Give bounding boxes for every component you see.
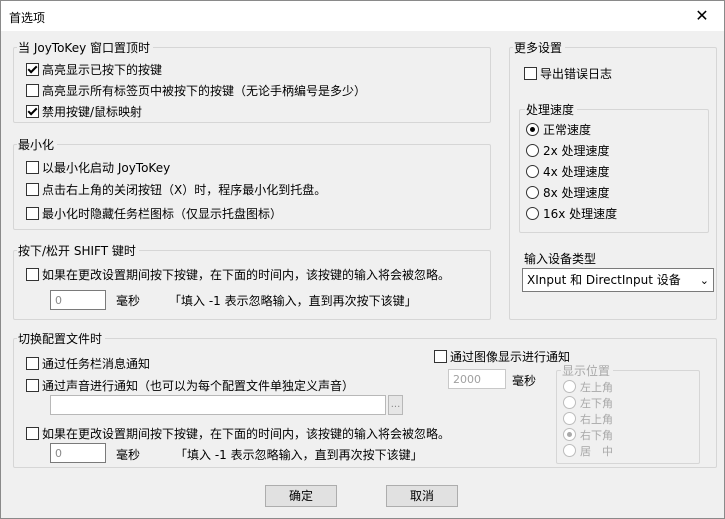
radio-pos-center[interactable]: 居 中 — [563, 443, 613, 459]
radio-icon — [563, 444, 576, 457]
shift-ms-input[interactable]: 0 — [50, 290, 106, 310]
radio-icon — [526, 186, 539, 199]
radio-speed-4x[interactable]: 4x 处理速度 — [526, 163, 610, 180]
checkbox-sound-notify[interactable]: 通过声音进行通知（也可以为每个配置文件单独定义声音） — [26, 377, 354, 394]
checkbox-icon — [26, 207, 39, 220]
radio-icon — [563, 428, 576, 441]
checkbox-start-minimized[interactable]: 以最小化启动 JoyToKey — [26, 159, 170, 176]
preferences-dialog: 首选项 ✕ 当 JoyToKey 窗口置顶时 高亮显示已按下的按键 高亮显示所有… — [0, 0, 725, 519]
checkbox-switch-ignore[interactable]: 如果在更改设置期间按下按键，在下面的时间内，该按键的输入将会被忽略。 — [26, 425, 450, 442]
chevron-down-icon: ⌄ — [699, 274, 709, 287]
radio-icon — [526, 123, 539, 136]
image-ms-unit: 毫秒 — [512, 374, 537, 388]
shift-hint: 「填入 -1 表示忽略输入，直到再次按下该键」 — [169, 294, 417, 308]
radio-speed-16x[interactable]: 16x 处理速度 — [526, 205, 617, 222]
radio-icon — [563, 412, 576, 425]
checkbox-highlight-all-tabs[interactable]: 高亮显示所有标签页中被按下的按键（无论手柄编号是多少） — [26, 82, 366, 99]
checkbox-icon — [26, 63, 39, 76]
group-shift-label: 按下/松开 SHIFT 键时 — [17, 242, 139, 259]
checkbox-close-to-tray[interactable]: 点击右上角的关闭按钮（X）时，程序最小化到托盘。 — [26, 181, 326, 198]
group-minimize-label: 最小化 — [17, 136, 58, 153]
checkbox-icon — [26, 105, 39, 118]
checkbox-icon — [26, 268, 39, 281]
radio-pos-top-right[interactable]: 右上角 — [563, 411, 613, 427]
checkbox-shift-ignore[interactable]: 如果在更改设置期间按下按键，在下面的时间内，该按键的输入将会被忽略。 — [26, 266, 450, 283]
checkbox-icon — [26, 427, 39, 440]
sound-path-input[interactable] — [50, 395, 386, 415]
checkbox-hide-taskbar-icon[interactable]: 最小化时隐藏任务栏图标（仅显示托盘图标） — [26, 205, 282, 222]
checkbox-taskbar-notify[interactable]: 通过任务栏消息通知 — [26, 355, 150, 372]
browse-sound-button[interactable]: ... — [388, 395, 403, 415]
shift-ms-unit: 毫秒 — [116, 294, 141, 308]
radio-speed-normal[interactable]: 正常速度 — [526, 121, 591, 138]
radio-icon — [563, 380, 576, 393]
group-processing-speed-label: 处理速度 — [525, 101, 578, 118]
checkbox-icon — [26, 357, 39, 370]
device-type-label: 输入设备类型 — [524, 252, 597, 266]
title-bar: 首选项 ✕ — [1, 1, 724, 31]
ok-button[interactable]: 确定 — [265, 485, 337, 507]
group-on-top-label: 当 JoyToKey 窗口置顶时 — [17, 39, 154, 56]
group-display-position-label: 显示位置 — [561, 362, 614, 379]
checkbox-icon — [434, 350, 447, 363]
radio-pos-bottom-left[interactable]: 左下角 — [563, 395, 613, 411]
radio-icon — [526, 165, 539, 178]
radio-speed-8x[interactable]: 8x 处理速度 — [526, 184, 610, 201]
radio-pos-bottom-right[interactable]: 右下角 — [563, 427, 613, 443]
checkbox-icon — [26, 183, 39, 196]
window-title: 首选项 — [9, 11, 46, 25]
group-more-settings-label: 更多设置 — [513, 39, 566, 56]
group-profile-switch-label: 切换配置文件时 — [17, 330, 106, 347]
switch-ms-unit: 毫秒 — [116, 448, 141, 462]
checkbox-export-error-log[interactable]: 导出错误日志 — [524, 65, 612, 82]
device-type-select[interactable]: XInput 和 DirectInput 设备 ⌄ — [522, 268, 714, 292]
checkbox-disable-mapping[interactable]: 禁用按键/鼠标映射 — [26, 103, 142, 120]
checkbox-icon — [26, 161, 39, 174]
radio-icon — [526, 144, 539, 157]
checkbox-icon — [26, 84, 39, 97]
checkbox-icon — [26, 379, 39, 392]
switch-hint: 「填入 -1 表示忽略输入，直到再次按下该键」 — [175, 448, 423, 462]
checkbox-highlight-pressed[interactable]: 高亮显示已按下的按键 — [26, 61, 162, 78]
radio-speed-2x[interactable]: 2x 处理速度 — [526, 142, 610, 159]
cancel-button[interactable]: 取消 — [386, 485, 458, 507]
radio-pos-top-left[interactable]: 左上角 — [563, 379, 613, 395]
checkbox-image-notify[interactable]: 通过图像显示进行通知 — [434, 348, 570, 365]
radio-icon — [563, 396, 576, 409]
checkbox-icon — [524, 67, 537, 80]
image-ms-input[interactable]: 2000 — [448, 369, 506, 389]
radio-icon — [526, 207, 539, 220]
close-icon[interactable]: ✕ — [680, 1, 724, 31]
switch-ms-input[interactable]: 0 — [50, 443, 106, 463]
